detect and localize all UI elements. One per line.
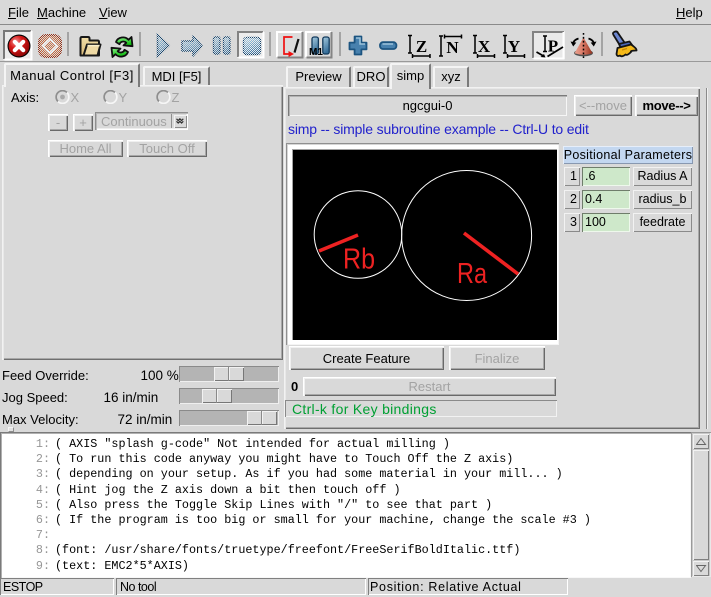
svg-text:Rb: Rb (343, 244, 375, 276)
svg-text:X: X (478, 37, 491, 56)
svg-text:Z: Z (416, 37, 427, 56)
svg-text:M1: M1 (309, 47, 323, 58)
svg-text:N: N (446, 38, 459, 57)
svg-text:Y: Y (508, 37, 520, 56)
svg-text:Ra: Ra (457, 258, 487, 290)
